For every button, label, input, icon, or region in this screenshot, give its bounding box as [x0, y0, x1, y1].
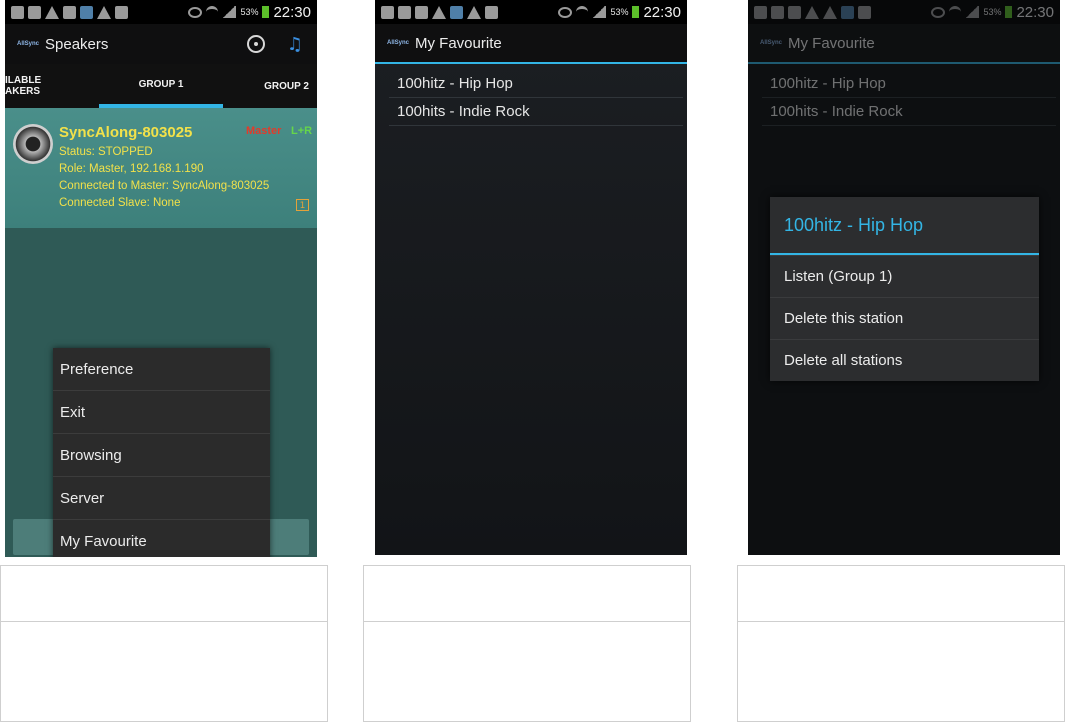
action-bar: AllSync Speakers ♫ [5, 24, 317, 64]
action-bar: AllSync My Favourite [748, 24, 1060, 64]
dialog-title: 100hitz - Hip Hop [770, 197, 1039, 255]
dialog-option-listen[interactable]: Listen (Group 1) [770, 255, 1039, 297]
tab-bar: ILABLE AKERS GROUP 1 GROUP 2 [5, 64, 317, 108]
signal-icon [965, 6, 980, 18]
app-icon [841, 5, 854, 19]
tab-label: ILABLE AKERS [5, 75, 42, 97]
speaker-status: Status: STOPPED [59, 146, 153, 158]
caption-box [0, 565, 328, 722]
station-context-dialog: 100hitz - Hip Hop Listen (Group 1) Delet… [770, 197, 1039, 381]
warning-icon [823, 5, 837, 19]
signal-icon [222, 6, 237, 18]
caption-divider [364, 621, 690, 622]
phone-screen-favourites: 53% 22:30 AllSync My Favourite 100hitz -… [375, 0, 687, 555]
status-bar: 53% 22:30 [5, 0, 317, 24]
phone-screen-favourite-dialog: 53% 22:30 AllSync My Favourite 100hitz -… [748, 0, 1060, 555]
tab-available-speakers[interactable]: ILABLE AKERS [5, 64, 99, 108]
speaker-icon[interactable] [246, 35, 265, 53]
status-bar: 53% 22:30 [375, 0, 687, 24]
music-note-icon[interactable]: ♫ [287, 34, 303, 55]
battery-percent: 53% [240, 7, 259, 17]
battery-percent: 53% [983, 7, 1002, 17]
page-title: My Favourite [415, 34, 502, 52]
clock: 22:30 [643, 3, 681, 21]
image-icon [63, 5, 76, 19]
wifi-icon [206, 6, 219, 18]
battery-percent: 53% [610, 7, 629, 17]
options-menu: Preference Exit Browsing Server My Favou… [53, 348, 270, 557]
dialog-option-delete-station[interactable]: Delete this station [770, 297, 1039, 339]
phone-screen-speakers: 53% 22:30 AllSync Speakers ♫ ILABLE AKER… [5, 0, 317, 557]
eye-icon [188, 6, 203, 18]
list-item[interactable]: 100hits - Indie Rock [389, 98, 683, 126]
app-logo: AllSync [760, 40, 783, 46]
shield-icon [858, 5, 871, 19]
menu-item-preference[interactable]: Preference [53, 348, 270, 390]
menu-item-my-favourite[interactable]: My Favourite [53, 519, 270, 557]
app-logo: AllSync [17, 41, 40, 47]
wifi-icon [949, 6, 962, 18]
clock: 22:30 [273, 3, 311, 21]
notification-icon [754, 5, 767, 19]
channel-badge: L+R [291, 125, 313, 137]
tab-group-2[interactable]: GROUP 2 [223, 64, 317, 108]
favourite-list: 100hitz - Hip Hop 100hits - Indie Rock [762, 70, 1056, 126]
app-logo: AllSync [387, 40, 410, 46]
battery-icon [1005, 6, 1013, 18]
warning-icon [45, 5, 59, 19]
notification-icon [398, 5, 411, 19]
group-badge: 1 [296, 199, 309, 211]
warning-icon [432, 5, 446, 19]
warning-icon [805, 5, 819, 19]
app-icon [80, 5, 93, 19]
speaker-card[interactable]: SyncAlong-803025 Master L+R Status: STOP… [5, 108, 317, 228]
eye-icon [931, 6, 946, 18]
speaker-name: SyncAlong-803025 [59, 124, 193, 141]
menu-item-exit[interactable]: Exit [53, 390, 270, 433]
warning-icon [467, 5, 481, 19]
warning-icon [97, 5, 111, 19]
notification-icon [771, 5, 784, 19]
menu-item-browsing[interactable]: Browsing [53, 433, 270, 476]
tab-label: GROUP 2 [264, 80, 309, 92]
action-bar: AllSync My Favourite [375, 24, 687, 64]
battery-icon [632, 6, 640, 18]
speaker-connected-slave: Connected Slave: None [59, 197, 181, 209]
notification-icon [28, 5, 41, 19]
page-title: My Favourite [788, 34, 875, 52]
speaker-icon [13, 124, 53, 164]
clock: 22:30 [1016, 3, 1054, 21]
image-icon [788, 5, 801, 19]
eye-icon [558, 6, 573, 18]
shield-icon [485, 5, 498, 19]
wifi-icon [576, 6, 589, 18]
list-item[interactable]: 100hitz - Hip Hop [389, 70, 683, 98]
caption-box [363, 565, 691, 722]
menu-item-server[interactable]: Server [53, 476, 270, 519]
notification-icon [11, 5, 24, 19]
page-title: Speakers [45, 35, 109, 53]
speaker-role: Role: Master, 192.168.1.190 [59, 163, 204, 175]
signal-icon [592, 6, 607, 18]
favourite-list: 100hitz - Hip Hop 100hits - Indie Rock [389, 70, 683, 126]
dialog-option-delete-all[interactable]: Delete all stations [770, 339, 1039, 381]
image-icon [415, 5, 428, 19]
tab-group-1[interactable]: GROUP 1 [99, 64, 223, 108]
speaker-connected-master: Connected to Master: SyncAlong-803025 [59, 180, 270, 192]
status-bar: 53% 22:30 [748, 0, 1060, 24]
caption-divider [738, 621, 1064, 622]
battery-icon [262, 6, 270, 18]
caption-box [737, 565, 1065, 722]
list-item: 100hitz - Hip Hop [762, 70, 1056, 98]
tab-label: GROUP 1 [138, 78, 184, 90]
app-icon [450, 5, 463, 19]
notification-icon [381, 5, 394, 19]
list-item: 100hits - Indie Rock [762, 98, 1056, 126]
shield-icon [115, 5, 128, 19]
caption-divider [1, 621, 327, 622]
role-badge: Master [246, 125, 282, 137]
